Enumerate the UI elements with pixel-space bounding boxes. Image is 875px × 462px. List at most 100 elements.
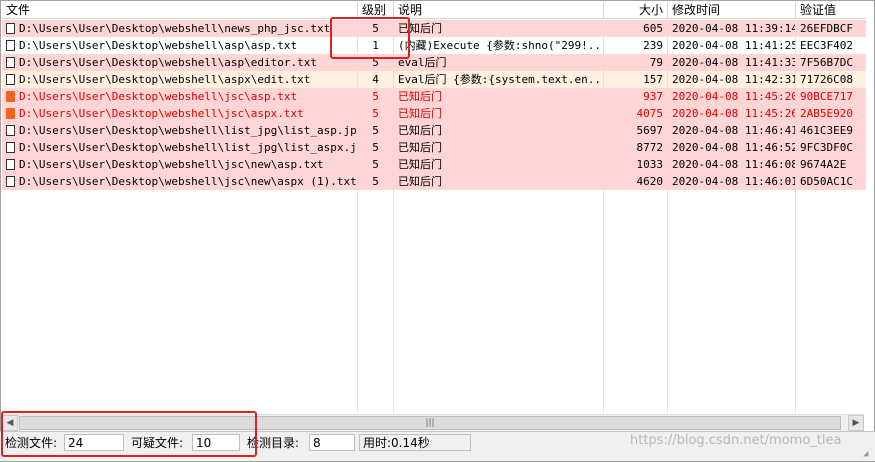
column-header-level[interactable]: 级别 bbox=[358, 2, 394, 18]
column-header-hash[interactable]: 验证值 bbox=[796, 2, 866, 18]
cell-mtime: 2020-04-08 11:46:01 bbox=[668, 173, 796, 190]
cell-mtime: 2020-04-08 11:41:25 bbox=[668, 37, 796, 54]
cell-size: 1033 bbox=[604, 156, 668, 173]
table-row[interactable]: D:\Users\User\Desktop\webshell\news_php_… bbox=[2, 20, 866, 37]
cell-level: 5 bbox=[358, 54, 394, 71]
resize-grip-icon[interactable]: ◢ bbox=[863, 449, 873, 459]
column-header-size[interactable]: 大小 bbox=[604, 2, 668, 18]
cell-mtime: 2020-04-08 11:46:08 bbox=[668, 156, 796, 173]
cell-desc: (内藏)Execute {参数:shno("299!... bbox=[394, 37, 604, 54]
file-path: D:\Users\User\Desktop\webshell\jsc\aspx.… bbox=[19, 107, 304, 120]
cell-file: D:\Users\User\Desktop\webshell\list_jpg\… bbox=[2, 122, 358, 139]
cell-hash: 9674A2E bbox=[800, 158, 847, 171]
doc-icon bbox=[6, 142, 15, 153]
cell-desc: eval后门 bbox=[394, 54, 604, 71]
table-row[interactable]: D:\Users\User\Desktop\webshell\jsc\asp.t… bbox=[2, 88, 866, 105]
cell-hash: EEC3F402 bbox=[800, 39, 853, 52]
cell-level: 5 bbox=[358, 122, 394, 139]
list-header: 文件 级别 说明 大小 修改时间 验证值 bbox=[2, 2, 866, 19]
cell-file: D:\Users\User\Desktop\webshell\news_php_… bbox=[2, 20, 358, 37]
file-path: D:\Users\User\Desktop\webshell\asp\edito… bbox=[19, 56, 318, 69]
cell-desc: 已知后门 bbox=[394, 88, 604, 105]
scanned-files-label: 检测文件: bbox=[5, 436, 58, 450]
file-path: D:\Users\User\Desktop\webshell\list_jpg\… bbox=[19, 124, 358, 137]
doc-icon bbox=[6, 176, 15, 187]
doc-icon bbox=[6, 159, 15, 170]
cell-file: D:\Users\User\Desktop\webshell\jsc\aspx.… bbox=[2, 105, 358, 122]
cell-level: 5 bbox=[358, 139, 394, 156]
cell-mtime: 2020-04-08 11:46:52 bbox=[668, 139, 796, 156]
cell-size: 157 bbox=[604, 71, 668, 88]
cell-size: 5697 bbox=[604, 122, 668, 139]
cell-level: 5 bbox=[358, 156, 394, 173]
cell-desc: 已知后门 bbox=[394, 156, 604, 173]
cell-desc: 已知后门 bbox=[394, 139, 604, 156]
file-path: D:\Users\User\Desktop\webshell\news_php_… bbox=[19, 22, 331, 35]
doc-icon bbox=[6, 125, 15, 136]
file-path: D:\Users\User\Desktop\webshell\jsc\new\a… bbox=[19, 175, 357, 188]
cell-desc: 已知后门 bbox=[394, 105, 604, 122]
cell-hash: 461C3EE9 bbox=[800, 124, 853, 137]
suspicious-files-value: 10 bbox=[192, 434, 240, 451]
cell-file: D:\Users\User\Desktop\webshell\aspx\edit… bbox=[2, 71, 358, 88]
file-path: D:\Users\User\Desktop\webshell\asp\asp.t… bbox=[19, 39, 298, 52]
table-row[interactable]: D:\Users\User\Desktop\webshell\jsc\new\a… bbox=[2, 173, 866, 190]
script-icon bbox=[6, 91, 15, 102]
cell-hash: 6D50AC1C bbox=[800, 175, 853, 188]
column-header-mtime[interactable]: 修改时间 bbox=[668, 2, 796, 18]
cell-hash: 26EFDBCF bbox=[800, 22, 853, 35]
cell-hash: 2AB5E920 bbox=[800, 107, 853, 120]
script-icon bbox=[6, 108, 15, 119]
cell-level: 5 bbox=[358, 173, 394, 190]
column-header-file[interactable]: 文件 bbox=[2, 2, 358, 18]
elapsed-time: 用时:0.14秒 bbox=[359, 434, 471, 451]
cell-size: 4075 bbox=[604, 105, 668, 122]
cell-size: 605 bbox=[604, 20, 668, 37]
cell-file: D:\Users\User\Desktop\webshell\list_jpg\… bbox=[2, 139, 358, 156]
table-row[interactable]: D:\Users\User\Desktop\webshell\jsc\new\a… bbox=[2, 156, 866, 173]
scanned-dirs-value: 8 bbox=[309, 434, 355, 451]
cell-level: 5 bbox=[358, 20, 394, 37]
cell-desc: Eval后门 {参数:{system.text.en... bbox=[394, 71, 604, 88]
cell-desc: 已知后门 bbox=[394, 20, 604, 37]
cell-size: 79 bbox=[604, 54, 668, 71]
table-row[interactable]: D:\Users\User\Desktop\webshell\list_jpg\… bbox=[2, 139, 866, 156]
scroll-thumb[interactable]: ||| bbox=[19, 416, 841, 430]
table-row[interactable]: D:\Users\User\Desktop\webshell\aspx\edit… bbox=[2, 71, 866, 88]
watermark: https://blog.csdn.net/momo_tlea bbox=[630, 433, 842, 448]
table-row[interactable]: D:\Users\User\Desktop\webshell\jsc\aspx.… bbox=[2, 105, 866, 122]
file-path: D:\Users\User\Desktop\webshell\jsc\asp.t… bbox=[19, 90, 298, 103]
cell-mtime: 2020-04-08 11:42:31 bbox=[668, 71, 796, 88]
cell-desc: 已知后门 bbox=[394, 173, 604, 190]
scanned-dirs-label: 检测目录: bbox=[247, 436, 300, 450]
cell-size: 8772 bbox=[604, 139, 668, 156]
cell-level: 5 bbox=[358, 105, 394, 122]
table-row[interactable]: D:\Users\User\Desktop\webshell\asp\asp.t… bbox=[2, 37, 866, 54]
cell-hash: 71726C08 bbox=[800, 73, 853, 86]
cell-hash: 90BCE717 bbox=[800, 90, 853, 103]
doc-icon bbox=[6, 23, 15, 34]
cell-file: D:\Users\User\Desktop\webshell\jsc\new\a… bbox=[2, 173, 358, 190]
suspicious-files-label: 可疑文件: bbox=[131, 436, 184, 450]
scroll-right-button[interactable]: ▶ bbox=[848, 415, 864, 431]
file-path: D:\Users\User\Desktop\webshell\aspx\edit… bbox=[19, 73, 311, 86]
file-path: D:\Users\User\Desktop\webshell\jsc\new\a… bbox=[19, 158, 324, 171]
results-list: D:\Users\User\Desktop\webshell\news_php_… bbox=[2, 20, 866, 190]
table-row[interactable]: D:\Users\User\Desktop\webshell\list_jpg\… bbox=[2, 122, 866, 139]
doc-icon bbox=[6, 57, 15, 68]
cell-mtime: 2020-04-08 11:45:26 bbox=[668, 105, 796, 122]
doc-icon bbox=[6, 40, 15, 51]
table-row[interactable]: D:\Users\User\Desktop\webshell\asp\edito… bbox=[2, 54, 866, 71]
horizontal-scrollbar[interactable]: ◀ ||| ▶ bbox=[2, 414, 864, 431]
cell-hash: 7F56B7DC bbox=[800, 56, 853, 69]
cell-size: 239 bbox=[604, 37, 668, 54]
scroll-left-button[interactable]: ◀ bbox=[2, 415, 18, 431]
cell-file: D:\Users\User\Desktop\webshell\jsc\asp.t… bbox=[2, 88, 358, 105]
cell-level: 1 bbox=[358, 37, 394, 54]
cell-mtime: 2020-04-08 11:41:33 bbox=[668, 54, 796, 71]
column-header-desc[interactable]: 说明 bbox=[394, 2, 604, 18]
cell-size: 4620 bbox=[604, 173, 668, 190]
cell-file: D:\Users\User\Desktop\webshell\jsc\new\a… bbox=[2, 156, 358, 173]
scanned-files-value: 24 bbox=[64, 434, 124, 451]
cell-level: 5 bbox=[358, 88, 394, 105]
